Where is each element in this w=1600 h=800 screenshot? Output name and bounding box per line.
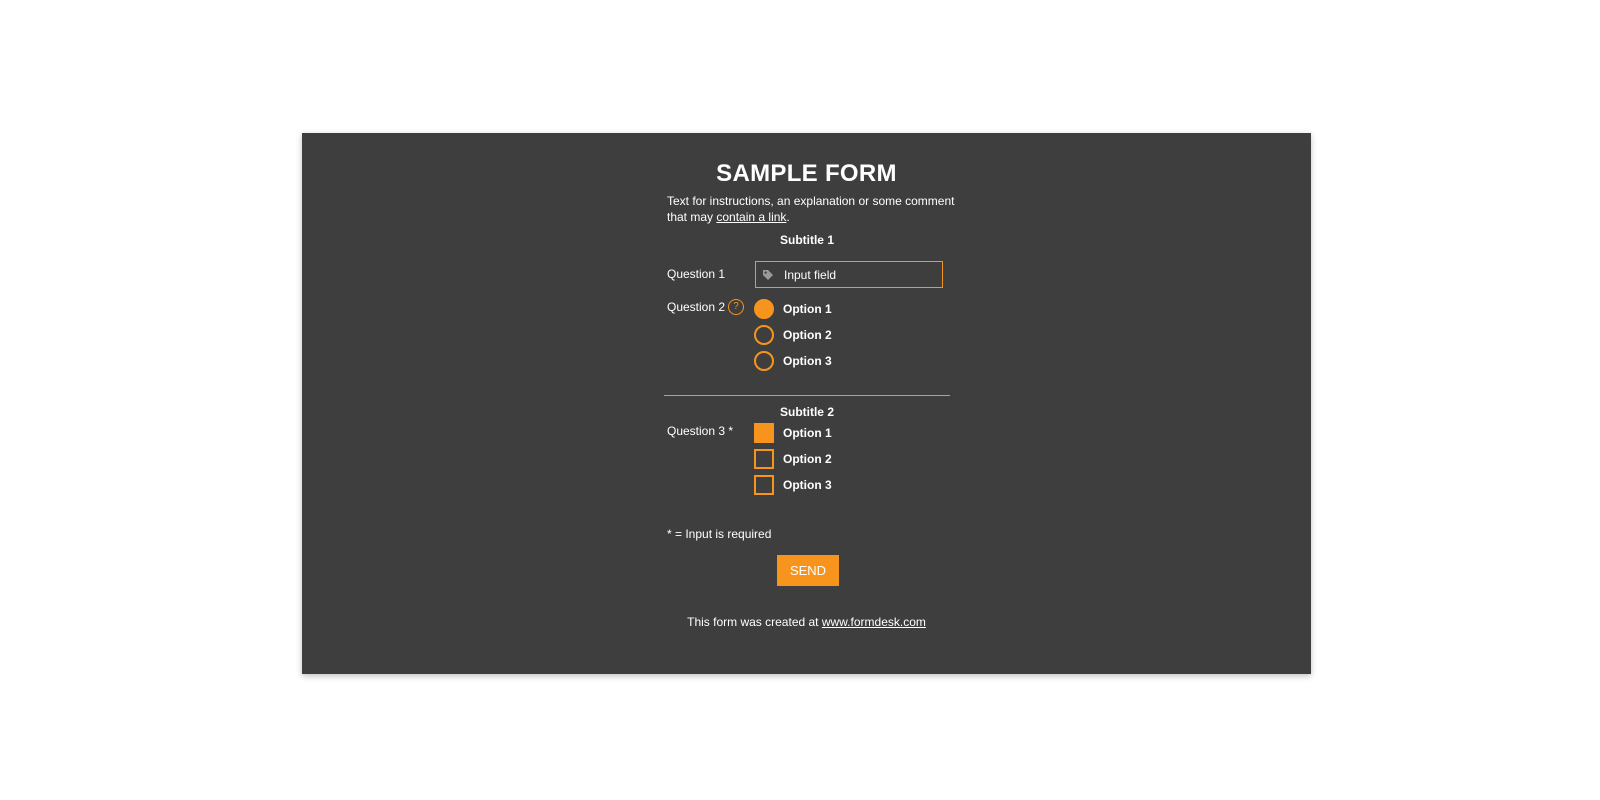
intro-text-body: Text for instructions, an explanation or… [667, 194, 955, 224]
question-2-label: Question 2 [667, 300, 726, 315]
required-note: * = Input is required [667, 527, 772, 541]
subtitle-1: Subtitle 1 [779, 233, 834, 247]
footer-text-body: This form was created at [687, 615, 822, 629]
option-label: Option 3 [783, 478, 832, 492]
help-icon[interactable]: ? [728, 299, 745, 315]
send-button[interactable]: SEND [777, 555, 839, 586]
section-divider [664, 395, 950, 396]
checkbox[interactable] [754, 475, 774, 495]
subtitle-2: Subtitle 2 [779, 405, 834, 419]
form-card: SAMPLE FORM Text for instructions, an ex… [302, 133, 1311, 674]
question-1-label: Question 1 [667, 267, 726, 281]
question-3-label: Question 3 * [667, 424, 734, 438]
form-title: SAMPLE FORM [716, 160, 897, 187]
intro-text: Text for instructions, an explanation or… [667, 193, 957, 225]
radio-button-selected[interactable] [754, 299, 774, 319]
option-label: Option 3 [783, 354, 832, 368]
option-label: Option 1 [783, 302, 832, 316]
question-2-option-3[interactable]: Option 3 [754, 351, 832, 371]
checkbox-checked[interactable] [754, 423, 774, 443]
footer-text: This form was created at www.formdesk.co… [302, 615, 1311, 629]
question-2-label-wrap: Question 2? [667, 299, 745, 316]
question-1-input-wrapper[interactable] [755, 261, 943, 288]
option-label: Option 2 [783, 328, 832, 342]
footer-link[interactable]: www.formdesk.com [822, 615, 926, 629]
radio-button[interactable] [754, 325, 774, 345]
question-3-option-1[interactable]: Option 1 [754, 423, 832, 443]
checkbox[interactable] [754, 449, 774, 469]
question-2-option-2[interactable]: Option 2 [754, 325, 832, 345]
tag-icon [762, 268, 776, 282]
option-label: Option 2 [783, 452, 832, 466]
intro-text-end: . [786, 210, 790, 224]
question-1-input[interactable] [784, 267, 934, 282]
radio-button[interactable] [754, 351, 774, 371]
intro-link[interactable]: contain a link [716, 210, 786, 224]
question-3-option-3[interactable]: Option 3 [754, 475, 832, 495]
question-3-option-2[interactable]: Option 2 [754, 449, 832, 469]
option-label: Option 1 [783, 426, 832, 440]
question-2-option-1[interactable]: Option 1 [754, 299, 832, 319]
